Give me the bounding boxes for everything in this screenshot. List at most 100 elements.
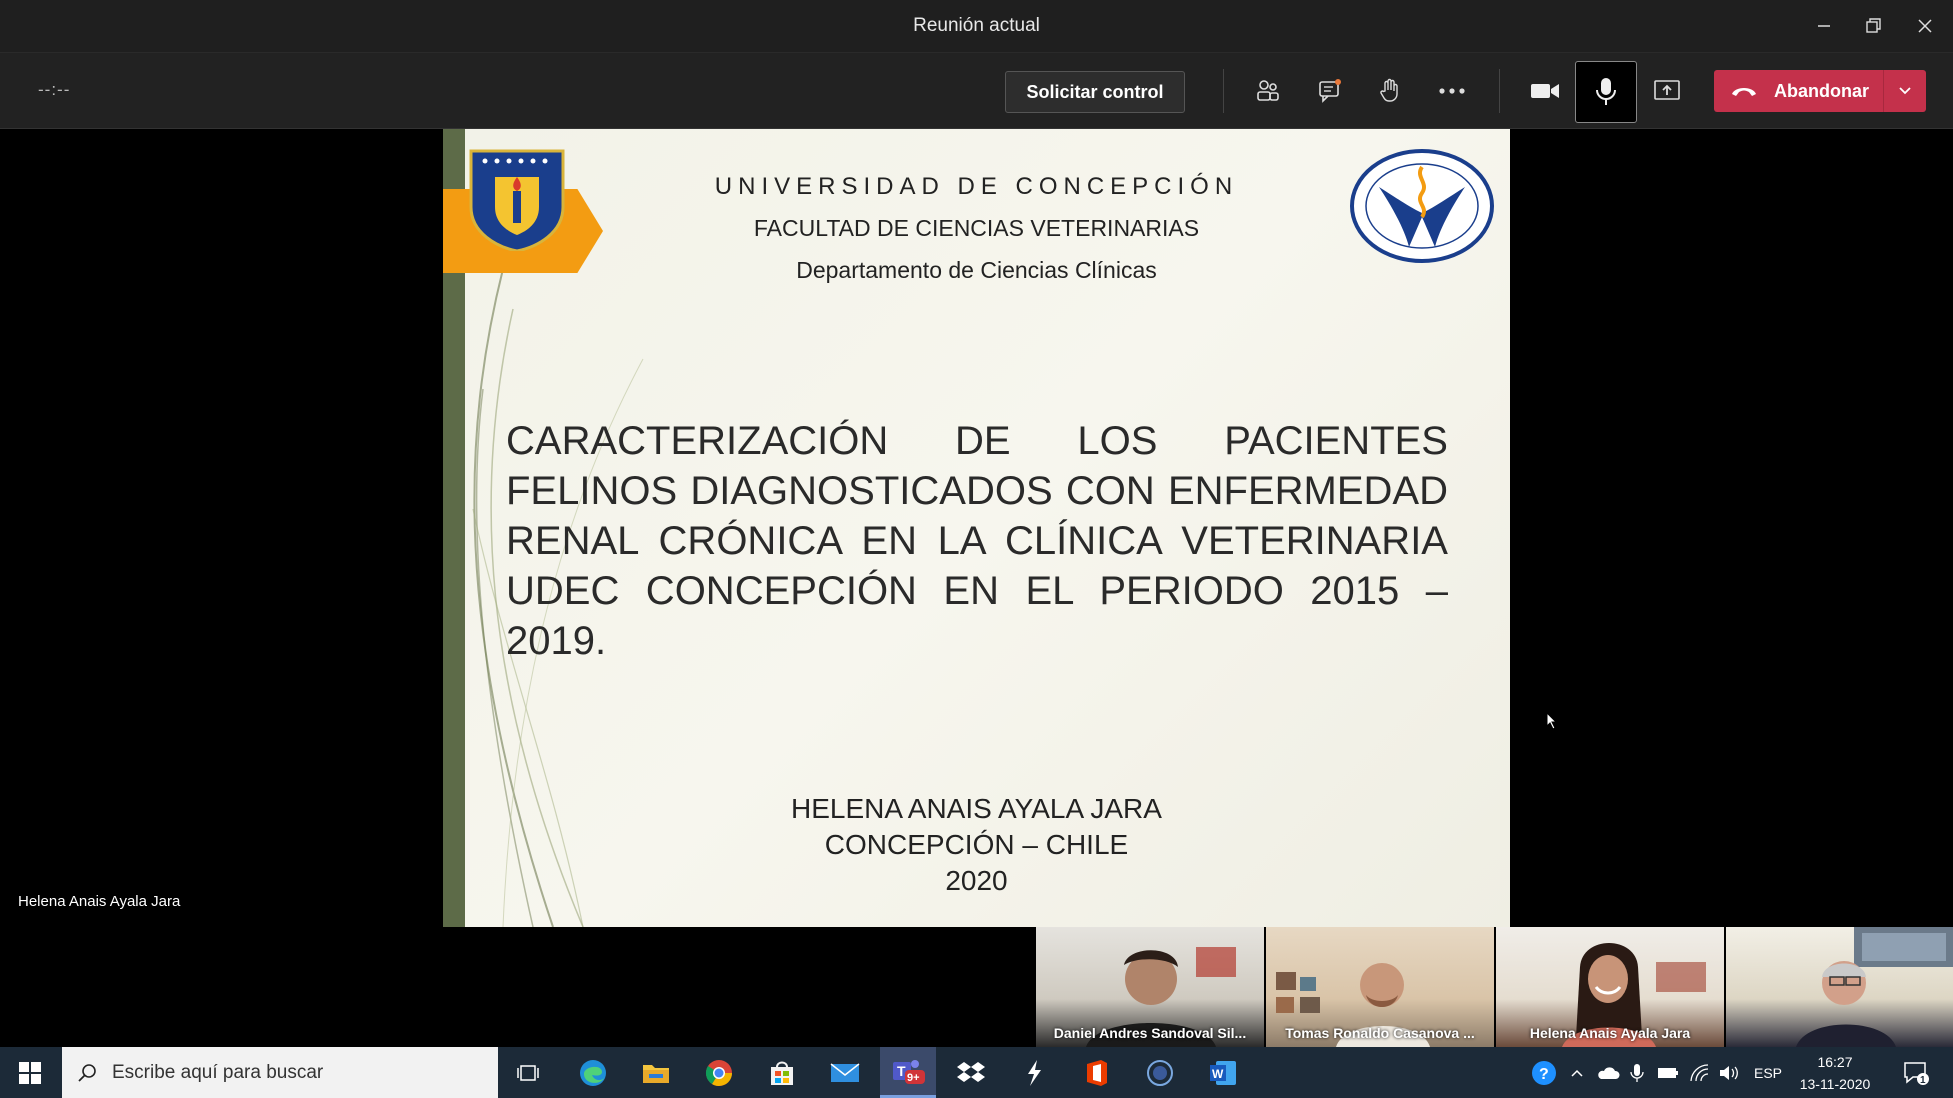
word-icon: W <box>1210 1060 1236 1085</box>
onedrive-tray-icon[interactable] <box>1594 1047 1622 1098</box>
chat-button[interactable] <box>1308 71 1352 111</box>
restore-icon <box>1866 18 1881 33</box>
chevron-up-icon <box>1571 1069 1583 1077</box>
minimize-button[interactable] <box>1802 8 1846 44</box>
hang-up-icon <box>1714 84 1774 98</box>
microphone-button[interactable] <box>1575 61 1637 123</box>
battery-tray-icon[interactable] <box>1654 1047 1682 1098</box>
participant-video-tile[interactable]: Daniel Andres Sandoval Sil... <box>1036 927 1264 1047</box>
minimize-icon <box>1818 25 1830 27</box>
cortana-button[interactable] <box>1132 1047 1188 1098</box>
show-hidden-icons-button[interactable] <box>1564 1047 1590 1098</box>
search-icon <box>78 1063 96 1082</box>
edge-app-button[interactable] <box>565 1047 621 1098</box>
close-icon <box>1918 19 1932 33</box>
cloud-icon <box>1598 1066 1620 1079</box>
edge-icon <box>580 1059 606 1086</box>
leave-options-dropdown[interactable] <box>1883 70 1926 112</box>
action-center-button[interactable]: 1 <box>1896 1047 1936 1098</box>
participant-video-tile[interactable]: Helena Anais Ayala Jara <box>1496 927 1724 1047</box>
taskbar-clock[interactable]: 16:27 13-11-2020 <box>1790 1051 1880 1095</box>
chevron-down-icon <box>1899 87 1911 95</box>
faculty-logo <box>1350 149 1494 263</box>
participants-button[interactable] <box>1246 71 1290 111</box>
taskbar-search-box[interactable]: Escribe aquí para buscar <box>62 1047 498 1098</box>
window-title: Reunión actual <box>913 15 1040 36</box>
notification-icon: 1 <box>1904 1061 1929 1085</box>
office-app-button[interactable] <box>1069 1047 1125 1098</box>
chrome-app-button[interactable] <box>691 1047 747 1098</box>
microphone-tray-icon[interactable] <box>1624 1047 1650 1098</box>
microphone-icon <box>1630 1063 1644 1082</box>
more-icon <box>1439 88 1465 94</box>
participant-video <box>1796 927 1953 1047</box>
start-button[interactable] <box>0 1047 60 1098</box>
chat-icon <box>1319 79 1341 103</box>
camera-icon <box>1531 84 1559 98</box>
network-tray-icon[interactable] <box>1686 1047 1714 1098</box>
presenter-name-label: Helena Anais Ayala Jara <box>18 893 181 910</box>
participants-icon <box>1257 80 1279 101</box>
clock-date: 13-11-2020 <box>1799 1076 1871 1092</box>
camera-button[interactable] <box>1523 71 1567 111</box>
share-screen-button[interactable] <box>1645 71 1689 111</box>
chrome-icon <box>705 1059 733 1086</box>
clock-time: 16:27 <box>1817 1054 1853 1070</box>
participant-video-tile[interactable]: Tomas Ronaldo Casanova ... <box>1266 927 1494 1047</box>
title-bar: Reunión actual <box>0 0 1953 53</box>
folder-icon <box>643 1064 669 1083</box>
task-view-icon <box>517 1064 539 1081</box>
restore-button[interactable] <box>1852 8 1896 44</box>
participant-name: Daniel Andres Sandoval Sil... <box>1053 1025 1247 1041</box>
toolbar-divider <box>1499 69 1500 113</box>
help-icon: ? <box>1532 1060 1556 1085</box>
svg-text:T: T <box>897 1063 906 1079</box>
dropbox-icon <box>957 1061 985 1082</box>
request-control-button[interactable]: Solicitar control <box>1005 71 1185 113</box>
teams-app-button[interactable]: T 9+ <box>880 1047 936 1098</box>
lightning-icon <box>1028 1059 1041 1086</box>
university-name: UNIVERSIDAD DE CONCEPCIÓN <box>714 173 1239 200</box>
department-name: Departamento de Ciencias Clínicas <box>796 257 1157 283</box>
windows-icon <box>19 1061 41 1084</box>
task-view-button[interactable] <box>500 1047 556 1098</box>
teams-badge: 9+ <box>907 1072 920 1084</box>
participant-name: Tomas Ronaldo Casanova ... <box>1285 1025 1475 1041</box>
cortana-icon <box>1147 1059 1173 1086</box>
help-tray-button[interactable]: ? <box>1528 1047 1560 1098</box>
mouse-cursor-icon <box>1546 712 1558 730</box>
mail-icon <box>830 1062 860 1082</box>
speaker-icon <box>1720 1065 1738 1080</box>
svg-text:?: ? <box>1539 1066 1549 1083</box>
word-app-button[interactable]: W <box>1195 1047 1251 1098</box>
input-language-indicator[interactable]: ESP <box>1748 1047 1788 1098</box>
search-placeholder: Escribe aquí para buscar <box>112 1061 324 1083</box>
toolbar-divider <box>1223 69 1224 113</box>
close-button[interactable] <box>1903 8 1947 44</box>
mail-app-button[interactable] <box>817 1047 873 1098</box>
raise-hand-icon <box>1380 78 1398 102</box>
presentation-slide: UNIVERSIDAD DE CONCEPCIÓN FACULTAD DE CI… <box>443 129 1510 927</box>
volume-tray-icon[interactable] <box>1716 1047 1744 1098</box>
author-name: HELENA ANAIS AYALA JARA <box>791 793 1162 824</box>
leave-button[interactable]: Abandonar <box>1714 70 1926 112</box>
file-explorer-button[interactable] <box>628 1047 684 1098</box>
faculty-name: FACULTAD DE CIENCIAS VETERINARIAS <box>753 215 1200 241</box>
participant-video-tile[interactable] <box>1726 927 1953 1047</box>
notification-count: 1 <box>1920 1075 1926 1085</box>
meeting-toolbar: --:-- Solicitar control Abandonar <box>0 53 1953 129</box>
teams-icon: T 9+ <box>893 1060 925 1084</box>
author-year: 2020 <box>945 865 1008 896</box>
store-app-button[interactable] <box>754 1047 810 1098</box>
slide-author-block: HELENA ANAIS AYALA JARA CONCEPCIÓN – CHI… <box>443 791 1510 899</box>
leave-label: Abandonar <box>1774 80 1870 101</box>
author-location: CONCEPCIÓN – CHILE <box>824 829 1129 860</box>
more-options-button[interactable] <box>1430 71 1474 111</box>
meeting-timer: --:-- <box>38 80 71 99</box>
pinned-app-button[interactable] <box>1006 1047 1062 1098</box>
wifi-icon <box>1690 1063 1709 1081</box>
raise-hand-button[interactable] <box>1368 71 1412 111</box>
office-icon <box>1087 1059 1107 1086</box>
dropbox-app-button[interactable] <box>943 1047 999 1098</box>
microphone-icon <box>1596 78 1616 105</box>
